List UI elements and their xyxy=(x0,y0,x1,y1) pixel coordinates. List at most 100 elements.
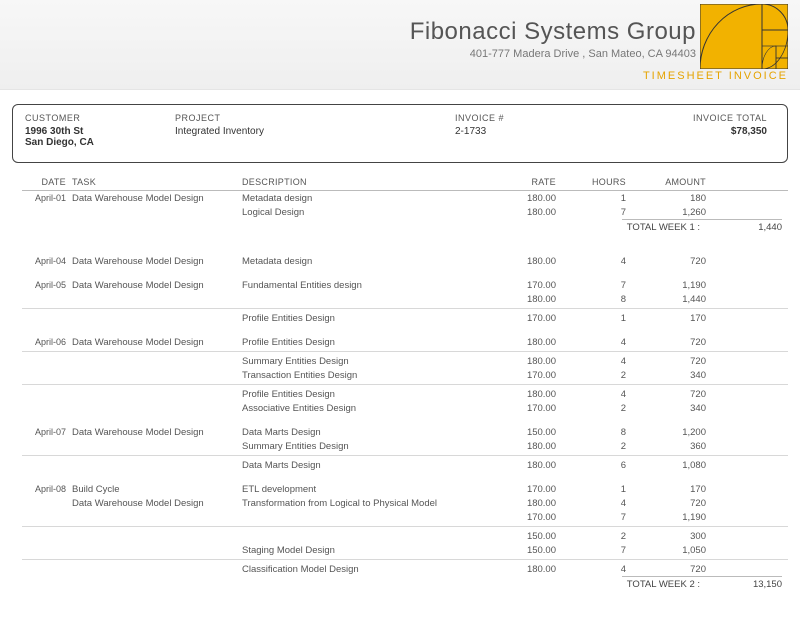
cell-task xyxy=(72,564,242,575)
cell-rate: 150.00 xyxy=(472,427,572,438)
cell-date xyxy=(22,403,72,414)
cell-rate: 170.00 xyxy=(472,484,572,495)
table-body: April-01 Data Warehouse Model Design Metad… xyxy=(22,191,788,591)
cell-amount: 170 xyxy=(632,313,712,324)
invoice-number-label: INVOICE # xyxy=(455,113,635,123)
total-underline xyxy=(622,219,782,220)
total-label: TOTAL WEEK 1 : xyxy=(22,222,708,233)
cell-hours: 1 xyxy=(572,193,632,204)
total-underline xyxy=(622,576,782,577)
row-gap xyxy=(22,268,788,278)
cell-rate: 180.00 xyxy=(472,460,572,471)
invoice-total-value: $78,350 xyxy=(635,126,767,137)
cell-rate: 180.00 xyxy=(472,207,572,218)
cell-task: Data Warehouse Model Design xyxy=(72,498,242,509)
cell-task xyxy=(72,389,242,400)
table-row: April-04Data Warehouse Model DesignMetad… xyxy=(22,254,788,268)
row-gap xyxy=(22,244,788,254)
cell-amount: 720 xyxy=(632,356,712,367)
table-row: April-05Data Warehouse Model DesignFunda… xyxy=(22,278,788,292)
table-row: Summary Entities Design180.002360 xyxy=(22,439,788,453)
cell-hours: 1 xyxy=(572,313,632,324)
cell-task: Data Warehouse Model Design xyxy=(72,337,242,348)
cell-hours: 8 xyxy=(572,427,632,438)
table-row: April-01Data Warehouse Model DesignMetad… xyxy=(22,191,788,205)
cell-rate: 180.00 xyxy=(472,498,572,509)
cell-rate: 170.00 xyxy=(472,280,572,291)
row-separator xyxy=(22,526,788,527)
project-value: Integrated Inventory xyxy=(175,126,455,137)
cell-amount: 360 xyxy=(632,441,712,452)
cell-desc: Metadata design xyxy=(242,193,472,204)
cell-amount: 1,200 xyxy=(632,427,712,438)
cell-amount: 1,440 xyxy=(632,294,712,305)
cell-hours: 2 xyxy=(572,531,632,542)
cell-desc: ETL development xyxy=(242,484,472,495)
row-separator xyxy=(22,351,788,352)
document-type: TIMESHEET INVOICE xyxy=(643,70,788,82)
cell-date: April-04 xyxy=(22,256,72,267)
cell-hours: 2 xyxy=(572,403,632,414)
cell-date xyxy=(22,356,72,367)
invoice-total-label: INVOICE TOTAL xyxy=(635,113,767,123)
cell-rate: 170.00 xyxy=(472,403,572,414)
table-row: April-06Data Warehouse Model DesignProfi… xyxy=(22,335,788,349)
cell-task xyxy=(72,512,242,523)
row-separator xyxy=(22,308,788,309)
table-row: Classification Model Design180.004720 xyxy=(22,562,788,576)
cell-amount: 300 xyxy=(632,531,712,542)
cell-hours: 4 xyxy=(572,356,632,367)
cell-rate: 170.00 xyxy=(472,512,572,523)
cell-rate: 180.00 xyxy=(472,294,572,305)
cell-hours: 7 xyxy=(572,207,632,218)
cell-rate: 150.00 xyxy=(472,531,572,542)
cell-date: April-01 xyxy=(22,193,72,204)
total-week-1: TOTAL WEEK 1 :1,440 xyxy=(22,221,788,234)
table-row: 170.0071,190 xyxy=(22,510,788,524)
invoice-summary-box: CUSTOMER 1996 30th St San Diego, CA PROJ… xyxy=(12,104,788,163)
cell-desc: Transaction Entities Design xyxy=(242,370,472,381)
cell-hours: 4 xyxy=(572,337,632,348)
customer-label: CUSTOMER xyxy=(25,113,175,123)
row-gap xyxy=(22,325,788,335)
cell-amount: 720 xyxy=(632,337,712,348)
table-row: Logical Design180.0071,260 xyxy=(22,205,788,219)
row-gap xyxy=(22,415,788,425)
cell-rate: 180.00 xyxy=(472,193,572,204)
cell-hours: 4 xyxy=(572,389,632,400)
cell-desc xyxy=(242,531,472,542)
cell-date: April-08 xyxy=(22,484,72,495)
cell-hours: 8 xyxy=(572,294,632,305)
cell-hours: 6 xyxy=(572,460,632,471)
cell-date xyxy=(22,207,72,218)
cell-amount: 340 xyxy=(632,403,712,414)
table-row: Transaction Entities Design170.002340 xyxy=(22,368,788,382)
cell-hours: 2 xyxy=(572,441,632,452)
cell-desc: Metadata design xyxy=(242,256,472,267)
table-row: April-07Data Warehouse Model DesignData … xyxy=(22,425,788,439)
cell-task xyxy=(72,370,242,381)
cell-task xyxy=(72,356,242,367)
cell-desc: Profile Entities Design xyxy=(242,389,472,400)
cell-rate: 180.00 xyxy=(472,256,572,267)
total-value: 1,440 xyxy=(708,222,788,233)
cell-desc: Classification Model Design xyxy=(242,564,472,575)
cell-date xyxy=(22,531,72,542)
cell-rate: 180.00 xyxy=(472,441,572,452)
cell-amount: 720 xyxy=(632,389,712,400)
cell-rate: 180.00 xyxy=(472,337,572,348)
cell-date xyxy=(22,441,72,452)
col-header-hours: HOURS xyxy=(572,177,632,187)
table-row: Summary Entities Design180.004720 xyxy=(22,354,788,368)
col-header-desc: DESCRIPTION xyxy=(242,177,472,187)
col-header-rate: RATE xyxy=(472,177,572,187)
table-header-row: DATE TASK DESCRIPTION RATE HOURS AMOUNT xyxy=(22,173,788,191)
cell-amount: 180 xyxy=(632,193,712,204)
cell-amount: 1,190 xyxy=(632,512,712,523)
fibonacci-logo-icon xyxy=(700,4,788,69)
cell-task: Data Warehouse Model Design xyxy=(72,280,242,291)
col-header-task: TASK xyxy=(72,177,242,187)
cell-desc: Transformation from Logical to Physical … xyxy=(242,498,472,509)
row-gap xyxy=(22,234,788,244)
cell-date xyxy=(22,512,72,523)
